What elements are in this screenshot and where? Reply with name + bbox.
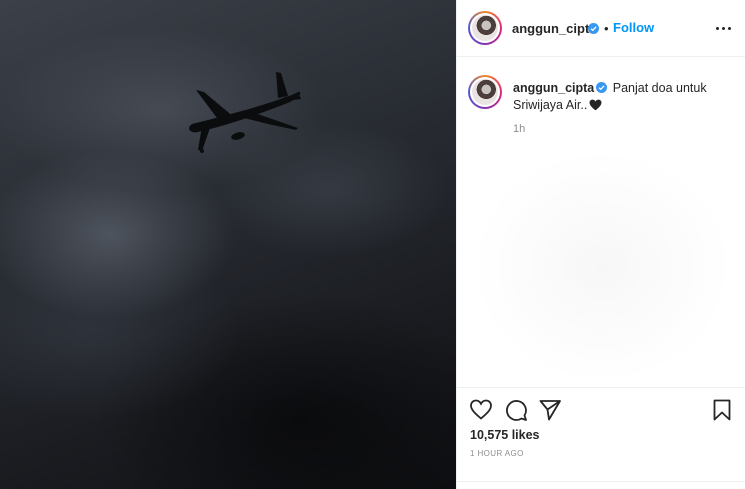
action-bar: 10,575 likes 1 HOUR AGO [457, 387, 745, 489]
caption-timestamp: 1h [513, 123, 526, 135]
airplane-silhouette [189, 72, 301, 153]
caption-username[interactable]: anggun_cipta [513, 81, 594, 95]
separator-dot: • [604, 21, 609, 36]
post-side-panel: anggun_cipta • Follow anggun_cipta Panja… [456, 0, 745, 489]
follow-button[interactable]: Follow [613, 20, 654, 35]
username-link[interactable]: anggun_cipta [512, 21, 597, 36]
more-options-icon[interactable] [713, 20, 733, 36]
post-timestamp: 1 HOUR AGO [470, 449, 524, 458]
heart-outline-icon[interactable] [469, 398, 493, 422]
caption-text: anggun_cipta Panjat doa untuk Sriwijaya … [513, 80, 728, 114]
likes-count[interactable]: 10,575 likes [470, 428, 540, 442]
post-header: anggun_cipta • Follow [457, 0, 745, 57]
paper-plane-icon[interactable] [538, 398, 562, 422]
add-comment-bar[interactable] [457, 481, 745, 489]
comments-area [471, 149, 733, 384]
post-photo[interactable] [0, 0, 456, 489]
bookmark-icon[interactable] [710, 398, 734, 422]
caption-avatar[interactable] [468, 75, 502, 109]
avatar[interactable] [468, 11, 502, 45]
caption-section: anggun_cipta Panjat doa untuk Sriwijaya … [457, 57, 745, 387]
comment-bubble-icon[interactable] [504, 398, 528, 422]
black-heart-icon [589, 99, 602, 111]
verified-badge-icon [588, 23, 599, 34]
verified-badge-icon [596, 82, 608, 93]
